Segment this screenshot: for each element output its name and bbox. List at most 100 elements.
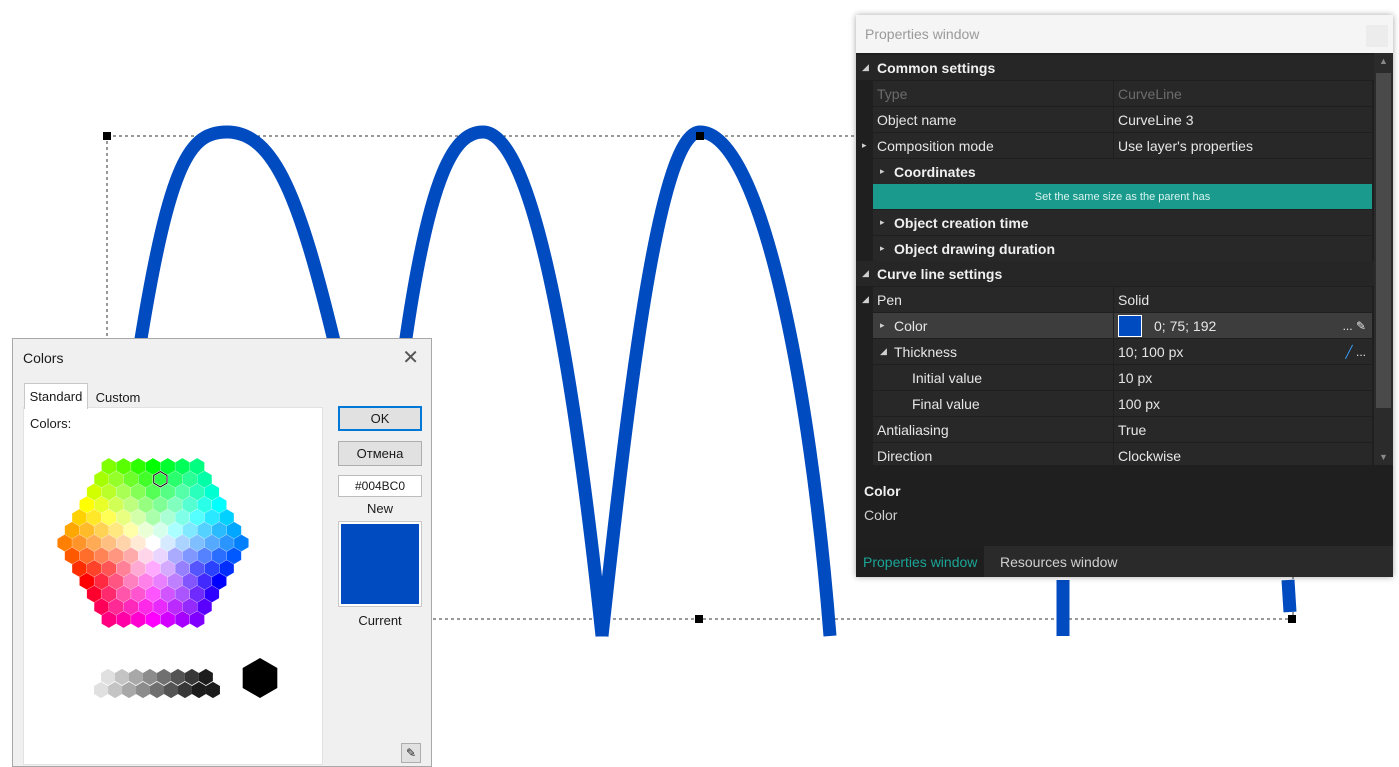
cancel-button[interactable]: Отмена	[338, 441, 422, 466]
gray-cell[interactable]	[87, 668, 101, 686]
gray-cell[interactable]	[150, 681, 165, 699]
gray-cell[interactable]	[142, 668, 157, 686]
gray-cell[interactable]	[177, 681, 192, 699]
thickness-value[interactable]: 10; 100 px	[1118, 344, 1183, 360]
description-text: Color	[864, 507, 898, 523]
properties-close-button[interactable]	[1366, 25, 1388, 47]
collapsed-triangle-icon[interactable]: ▸	[862, 140, 867, 151]
antialiasing-value[interactable]: True	[1118, 422, 1146, 438]
scrollbar-thumb[interactable]	[1376, 73, 1391, 408]
properties-titlebar[interactable]: Properties window	[856, 15, 1393, 53]
gray-cell[interactable]	[122, 681, 137, 699]
resize-handle-bottom[interactable]	[695, 615, 703, 623]
row-antialiasing[interactable]: Antialiasing True	[856, 417, 1374, 442]
direction-value[interactable]: Clockwise	[1118, 448, 1181, 464]
new-color-swatch	[341, 524, 419, 564]
color-hexagon-picker[interactable]	[24, 408, 322, 764]
expanded-triangle-icon: ◢	[862, 62, 869, 72]
eyedropper-icon[interactable]: ✎	[1356, 319, 1366, 333]
current-color-label: Current	[358, 613, 402, 628]
color-edit-buttons[interactable]: ... ✎	[1343, 319, 1366, 333]
final-value-value[interactable]: 100 px	[1118, 396, 1160, 412]
gray-cell[interactable]	[108, 681, 123, 699]
resize-handle-top-left[interactable]	[103, 132, 111, 140]
section-common-settings[interactable]: ◢ Common settings	[856, 55, 1374, 80]
drawing-duration-label: Object drawing duration	[894, 240, 1056, 257]
subsection-creation-time[interactable]: ▸ Object creation time	[873, 210, 1372, 235]
tab-standard[interactable]: Standard	[24, 383, 88, 409]
composition-mode-label: Composition mode	[877, 137, 994, 154]
pen-label: Pen	[877, 291, 902, 308]
row-object-name[interactable]: Object name CurveLine 3	[856, 107, 1374, 132]
row-thickness[interactable]: ◢ Thickness 10; 100 px ╱ ...	[856, 339, 1374, 364]
expanded-triangle-icon[interactable]: ◢	[862, 294, 869, 305]
collapsed-triangle-icon[interactable]: ▸	[880, 320, 885, 331]
pen-value[interactable]: Solid	[1118, 292, 1149, 308]
color-swatch[interactable]	[1118, 314, 1142, 337]
gray-cell[interactable]	[128, 668, 143, 686]
gray-cell[interactable]	[156, 668, 171, 686]
type-value: CurveLine	[1118, 85, 1182, 102]
gray-cell[interactable]	[100, 668, 115, 686]
coordinates-label: Coordinates	[894, 163, 976, 180]
resize-handle-bottom-right[interactable]	[1288, 615, 1296, 623]
hex-color-field[interactable]: #004BC0	[338, 475, 422, 497]
color-label: Color	[894, 317, 928, 334]
collapsed-triangle-icon: ▸	[880, 217, 885, 227]
row-pen[interactable]: ◢ Pen Solid	[856, 287, 1374, 312]
color-value[interactable]: 0; 75; 192	[1154, 318, 1216, 334]
gray-cell[interactable]	[136, 681, 151, 699]
bottom-tabs: Properties window Resources window	[856, 546, 1393, 577]
composition-mode-value[interactable]: Use layer's properties	[1118, 138, 1253, 154]
row-final-value[interactable]: Final value 100 px	[856, 391, 1374, 416]
tab-resources-window[interactable]: Resources window	[993, 546, 1125, 577]
same-size-as-parent-button[interactable]: Set the same size as the parent has	[873, 184, 1372, 209]
initial-value-label: Initial value	[912, 369, 983, 386]
gray-cell[interactable]	[198, 668, 213, 686]
gray-cell[interactable]	[191, 681, 206, 699]
antialiasing-label: Antialiasing	[877, 421, 949, 438]
thickness-edit-buttons[interactable]: ╱ ...	[1345, 345, 1366, 359]
properties-window: Properties window ◢ Common settings Type…	[856, 15, 1393, 577]
scroll-down-icon[interactable]: ▼	[1379, 452, 1388, 462]
section-label: Curve line settings	[877, 265, 1003, 282]
ok-button[interactable]: OK	[338, 406, 422, 431]
row-color[interactable]: ▸ Color 0; 75; 192 ... ✎	[856, 313, 1374, 338]
tab-custom[interactable]: Custom	[88, 386, 148, 408]
section-curve-line-settings[interactable]: ◢ Curve line settings	[856, 261, 1374, 286]
subsection-drawing-duration[interactable]: ▸ Object drawing duration	[873, 236, 1372, 261]
collapsed-triangle-icon: ▸	[880, 243, 885, 253]
row-initial-value[interactable]: Initial value 10 px	[856, 365, 1374, 390]
row-direction[interactable]: Direction Clockwise	[856, 443, 1374, 465]
final-value-label: Final value	[912, 395, 980, 412]
close-icon[interactable]: ✕	[402, 345, 419, 370]
property-grid: ◢ Common settings Type CurveLine Object …	[856, 53, 1374, 465]
description-title: Color	[864, 483, 901, 499]
expanded-triangle-icon[interactable]: ◢	[880, 346, 887, 357]
gray-cell[interactable]	[205, 681, 220, 699]
expanded-triangle-icon: ◢	[862, 268, 869, 278]
more-button[interactable]: ...	[1356, 345, 1366, 359]
row-composition-mode[interactable]: ▸ Composition mode Use layer's propertie…	[856, 133, 1374, 158]
tab-properties-window[interactable]: Properties window	[856, 546, 985, 577]
more-button[interactable]: ...	[1343, 319, 1353, 333]
current-color-swatch	[341, 564, 419, 604]
properties-title: Properties window	[865, 26, 980, 42]
black-color-cell[interactable]	[242, 658, 278, 698]
property-grid-scrollbar[interactable]: ▲ ▼	[1374, 53, 1393, 465]
eyedropper-icon[interactable]: ✎	[401, 743, 421, 763]
pen-edit-icon[interactable]: ╱	[1345, 345, 1352, 359]
thickness-label: Thickness	[894, 343, 958, 360]
direction-label: Direction	[877, 447, 933, 464]
gray-cell[interactable]	[164, 681, 178, 699]
gray-cell[interactable]	[170, 668, 185, 686]
resize-handle-top[interactable]	[696, 132, 704, 140]
object-name-value[interactable]: CurveLine 3	[1118, 112, 1194, 128]
subsection-coordinates[interactable]: ▸ Coordinates	[873, 159, 1372, 184]
gray-cell[interactable]	[94, 681, 109, 699]
initial-value-value[interactable]: 10 px	[1118, 370, 1152, 386]
gray-cell[interactable]	[184, 668, 199, 686]
type-label: Type	[877, 85, 908, 102]
scroll-up-icon[interactable]: ▲	[1379, 56, 1388, 66]
gray-cell[interactable]	[114, 668, 129, 686]
